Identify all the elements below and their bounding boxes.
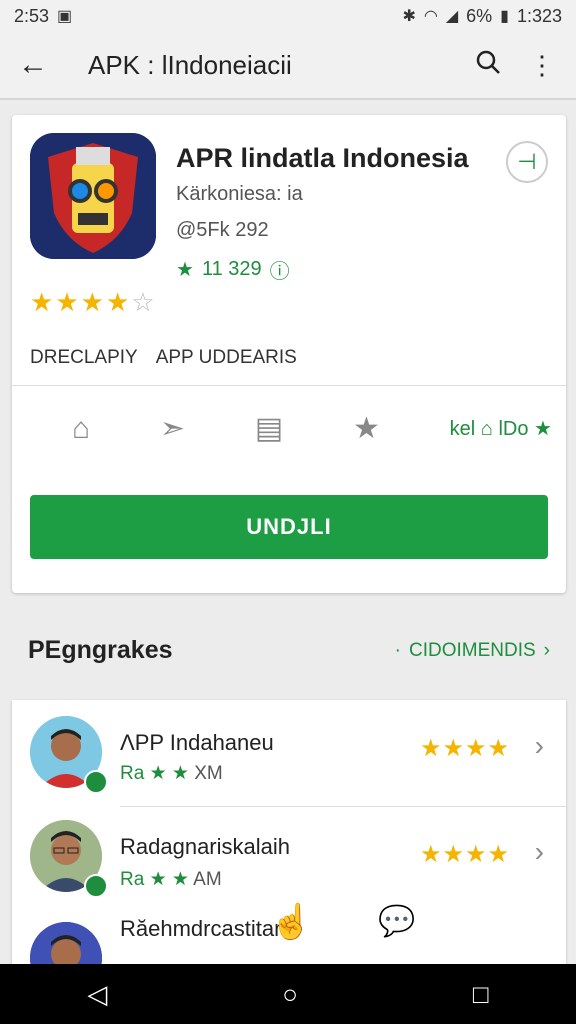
avatar xyxy=(30,922,102,964)
chat-bubble-icon[interactable]: 💬 xyxy=(378,904,415,939)
app-detail-card: APR lindatla Indonesia Kärkoniesa: ia @5… xyxy=(12,115,566,593)
home-icon[interactable]: ⌂ xyxy=(72,412,90,446)
subtitle-prefix: Ra xyxy=(120,869,145,890)
star-icon: ★ xyxy=(80,287,106,317)
badge-star-icon: ★ xyxy=(534,418,552,440)
detail-tabs: DRECLAPIY APP UDDEARIS xyxy=(30,347,297,369)
section-link-label: CIDOIMENDIS xyxy=(408,640,536,661)
page-title: APK : lIndoneiacii xyxy=(88,49,292,80)
system-nav-bar: ◁ ○ □ xyxy=(0,964,576,1024)
list-item-title: Răehmdrcastitam xyxy=(120,916,293,941)
verified-badge-icon xyxy=(84,770,108,794)
status-time: 2:53 xyxy=(14,5,50,26)
green-star-icon: ★ xyxy=(176,259,194,281)
section-title: PEgngrakes xyxy=(28,636,173,664)
editors-badge[interactable]: kel ⌂ lDo ★ xyxy=(450,416,552,441)
tab-description[interactable]: DRECLAPIY xyxy=(30,347,138,369)
wifi-icon: ◠ xyxy=(423,8,438,25)
badge-text-2: lDo xyxy=(498,418,529,440)
subtitle-suffix: ΧM xyxy=(194,763,223,784)
library-icon[interactable]: ▤ xyxy=(255,411,283,446)
empty-star-icon: ☆ xyxy=(131,287,157,317)
divider xyxy=(120,806,566,807)
home-nav-icon[interactable]: ○ xyxy=(282,979,298,1010)
list-item[interactable]: Radagnariskalaih Ra ★ ★ AM ★★★★ › xyxy=(12,810,566,914)
related-apps-list: ΛPP Indahaneu Ra ★ ★ ΧM ★★★★ › Radagnari… xyxy=(12,700,566,964)
app-developer[interactable]: Kärkoniesa: ia xyxy=(176,183,303,206)
list-item[interactable]: ΛPP Indahaneu Ra ★ ★ ΧM ★★★★ › xyxy=(12,700,566,804)
share-icon[interactable]: ➣ xyxy=(160,411,185,446)
rating-count-row: ★ 11 329 ⓘ xyxy=(176,255,290,284)
tab-app-updates[interactable]: APP UDDEARIS xyxy=(156,347,297,369)
house-icon: ⌂ xyxy=(480,418,493,440)
star-icon: ★ xyxy=(55,287,81,317)
app-title: APR lindatla Indonesia xyxy=(176,143,469,173)
battery-icon: ▮ xyxy=(500,8,509,25)
back-nav-icon[interactable]: ◁ xyxy=(87,979,107,1010)
divider xyxy=(12,385,566,386)
app-logo-icon xyxy=(30,133,156,259)
list-item-subtitle: Ra ★ ★ ΧM xyxy=(120,763,223,784)
app-star-rating: ★★★★☆ xyxy=(30,287,157,318)
list-item-title: Radagnariskalaih xyxy=(120,834,290,859)
list-item-stars: ★★★★ xyxy=(419,841,510,868)
list-item-stars: ★★★★ xyxy=(419,735,510,762)
half-star-icon: ★ xyxy=(105,287,132,317)
badge-text: kel xyxy=(449,418,476,440)
wishlist-button[interactable]: ⊣ xyxy=(506,141,548,183)
back-arrow-icon[interactable]: ← xyxy=(18,48,58,82)
bluetooth-icon: ✱ xyxy=(402,8,416,25)
signal-icon: ◢ xyxy=(445,8,459,25)
chevron-right-icon[interactable]: › xyxy=(535,730,544,762)
status-clock-right: 1:323 xyxy=(516,5,562,26)
subtitle-suffix: AM xyxy=(193,869,222,890)
verified-badge-icon xyxy=(84,874,108,898)
subtitle-prefix: Ra xyxy=(120,763,145,784)
list-item-title: ΛPP Indahaneu xyxy=(120,730,274,755)
rating-count: 11 329 xyxy=(201,258,262,280)
list-item-subtitle: Ra ★ ★ AM xyxy=(120,869,222,890)
notification-icon: ▣ xyxy=(57,8,73,25)
star-icon[interactable]: ★ xyxy=(353,411,380,446)
chevron-right-icon[interactable]: › xyxy=(535,836,544,868)
star-icon: ★ xyxy=(30,287,56,317)
info-icon: ⓘ xyxy=(269,261,290,283)
list-item[interactable]: Răehmdrcastitam ☝ 💬 xyxy=(12,903,566,964)
category-icon-row: ⌂ ➣ ▤ ★ kel ⌂ lDo ★ xyxy=(72,411,552,446)
chevron-right-icon: › xyxy=(543,640,550,661)
app-size: @5Fk 292 xyxy=(176,219,269,241)
more-options-icon[interactable]: ⋮ xyxy=(522,50,562,81)
recents-nav-icon[interactable]: □ xyxy=(473,979,489,1010)
dot-icon: · xyxy=(394,640,401,661)
top-app-bar: ← APK : lIndoneiacii ⋮ xyxy=(0,32,576,100)
install-button[interactable]: UNDJLI xyxy=(30,495,548,559)
hand-pointer-icon: ☝ xyxy=(270,903,313,941)
wishlist-icon: ⊣ xyxy=(517,149,537,174)
section-more-link[interactable]: · CIDOIMENDIS › xyxy=(395,640,550,662)
battery-percent: 6% xyxy=(466,5,493,26)
status-bar: 2:53 ▣ ✱ ◠ ◢ 6% ▮ 1:323 xyxy=(0,0,576,32)
search-icon[interactable] xyxy=(468,49,508,82)
